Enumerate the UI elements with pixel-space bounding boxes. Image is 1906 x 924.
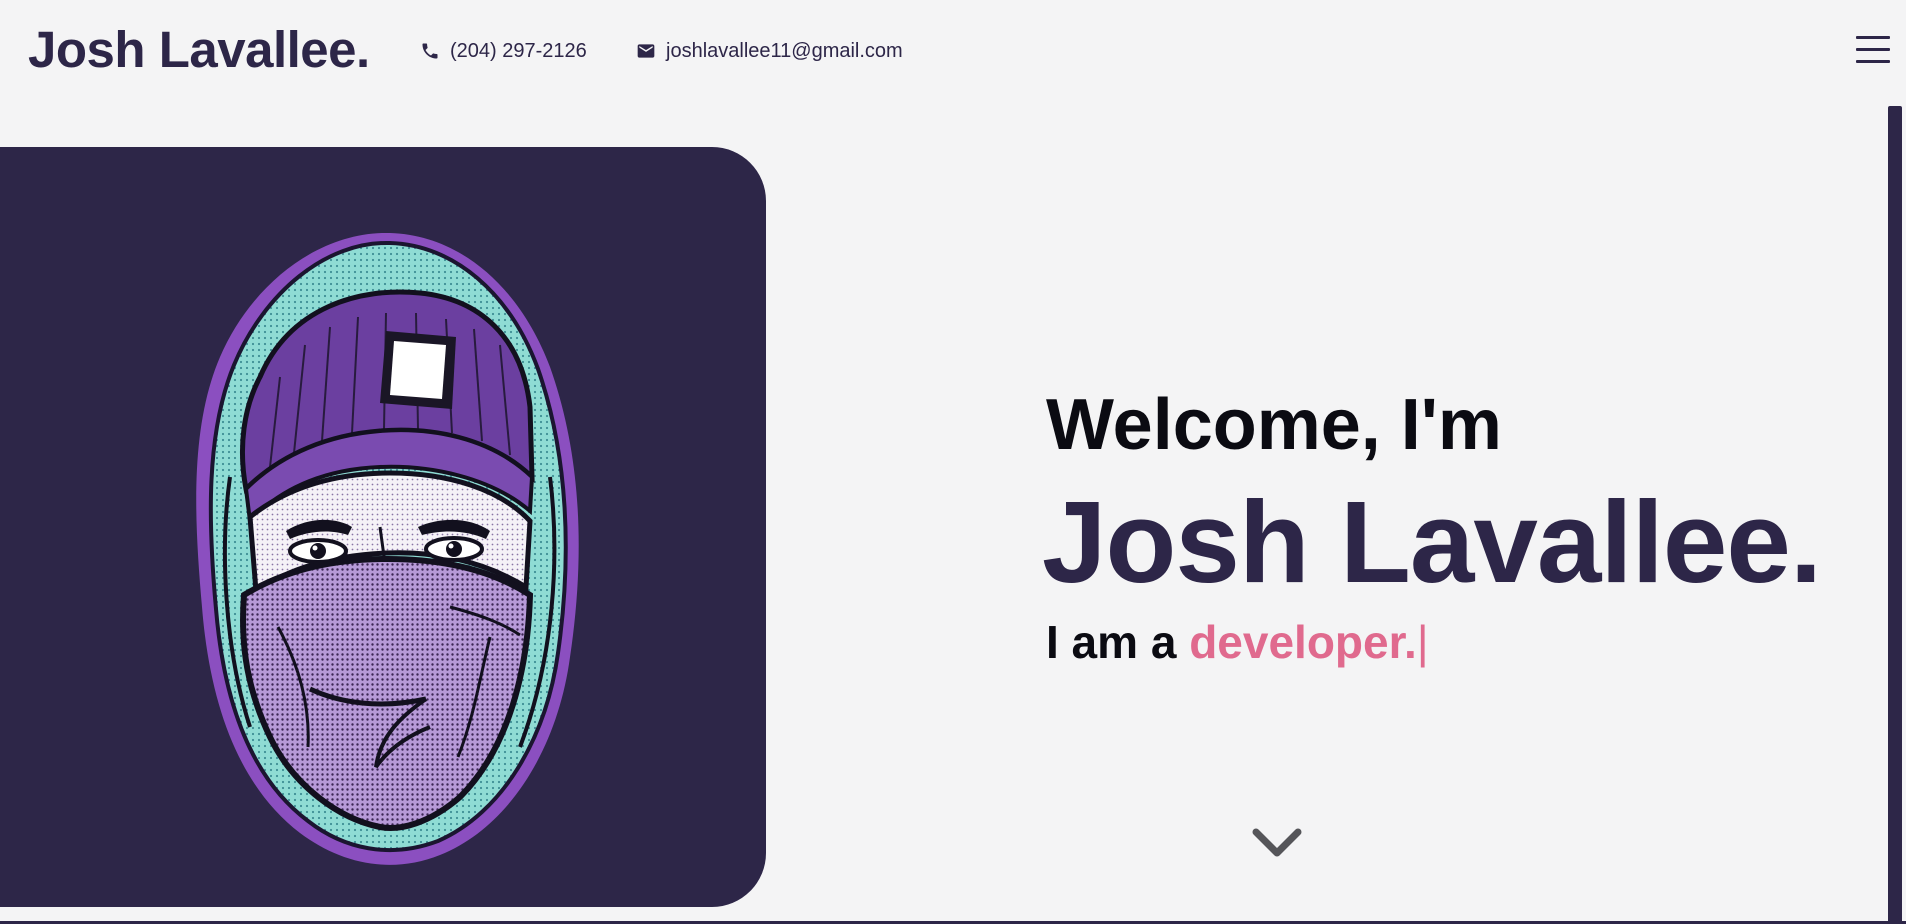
scrollbar-thumb[interactable] (1888, 106, 1902, 924)
page-scrollbar[interactable] (1888, 106, 1906, 924)
typing-cursor: | (1416, 616, 1429, 668)
site-header: Josh Lavallee. (204) 297-2126 joshlavall… (0, 0, 1906, 100)
hamburger-menu-icon[interactable] (1856, 34, 1890, 64)
hero-name: Josh Lavallee. (1042, 477, 1822, 607)
phone-contact[interactable]: (204) 297-2126 (420, 36, 587, 66)
hooded-masked-portrait-illustration (196, 232, 579, 865)
email-address: joshlavallee11@gmail.com (666, 40, 903, 62)
hero-image-panel (0, 147, 766, 907)
email-contact[interactable]: joshlavallee11@gmail.com (636, 36, 903, 66)
menu-bar-top (1856, 36, 1890, 39)
phone-number: (204) 297-2126 (450, 40, 587, 62)
tagline: I am a developer.| (1046, 612, 1429, 672)
menu-bar-bottom (1856, 60, 1890, 63)
mail-icon (637, 44, 655, 58)
chevron-down-icon[interactable] (1252, 826, 1302, 862)
welcome-heading: Welcome, I'm (1046, 385, 1502, 465)
tagline-prefix: I am a (1046, 616, 1177, 668)
typed-role: developer. (1189, 616, 1417, 668)
phone-icon (422, 43, 438, 59)
menu-bar-middle (1856, 48, 1890, 51)
brand-logo[interactable]: Josh Lavallee. (28, 20, 370, 80)
